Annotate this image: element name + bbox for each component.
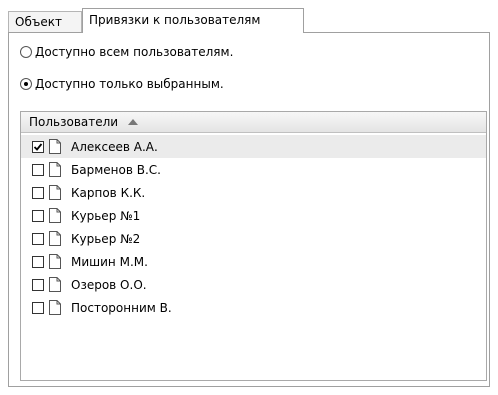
radio-available-to-selected[interactable]: Доступно только выбранным. xyxy=(20,75,224,93)
document-icon xyxy=(49,254,61,269)
users-list[interactable]: Пользователи Алексеев А.А. Барменов В.С. К… xyxy=(20,111,487,381)
users-column-header-label: Пользователи xyxy=(29,115,119,129)
tab-user-bindings[interactable]: Привязки к пользователям xyxy=(82,8,304,33)
radio-available-to-all-label: Доступно всем пользователям. xyxy=(35,45,234,59)
document-icon xyxy=(49,185,61,200)
document-icon xyxy=(49,277,61,292)
document-icon xyxy=(49,300,61,315)
checkbox[interactable] xyxy=(32,209,44,222)
users-column-header[interactable]: Пользователи xyxy=(21,112,486,133)
user-name: Курьер №2 xyxy=(71,231,141,246)
checkbox[interactable] xyxy=(32,278,44,291)
radio-available-to-all[interactable]: Доступно всем пользователям. xyxy=(20,43,233,61)
radio-dot-icon xyxy=(24,82,28,86)
user-name: Барменов В.С. xyxy=(71,162,161,177)
user-name: Мишин М.М. xyxy=(71,254,148,269)
document-icon xyxy=(49,139,61,154)
tab-object-label: Объект xyxy=(15,15,62,29)
list-item[interactable]: Алексеев А.А. xyxy=(21,135,486,158)
document-icon xyxy=(49,208,61,223)
user-name: Карпов К.К. xyxy=(71,185,146,200)
sort-ascending-icon xyxy=(128,119,139,125)
checkbox[interactable] xyxy=(32,301,44,314)
list-item[interactable]: Курьер №2 xyxy=(21,227,486,250)
radio-button-icon[interactable] xyxy=(20,78,32,90)
document-icon xyxy=(49,231,61,246)
list-item[interactable]: Барменов В.С. xyxy=(21,158,486,181)
users-rows: Алексеев А.А. Барменов В.С. Карпов К.К. Кур… xyxy=(21,135,486,319)
tab-panel: Доступно всем пользователям. Доступно то… xyxy=(8,32,490,387)
checkbox[interactable] xyxy=(32,186,44,199)
checkmark-icon xyxy=(33,142,43,151)
radio-button-icon[interactable] xyxy=(20,46,32,58)
checkbox[interactable] xyxy=(32,232,44,245)
radio-available-to-selected-label: Доступно только выбранным. xyxy=(35,77,224,91)
tab-user-bindings-label: Привязки к пользователям xyxy=(89,13,261,27)
document-icon xyxy=(49,162,61,177)
checkbox-checked[interactable] xyxy=(32,140,44,153)
list-item[interactable]: Озеров О.О. xyxy=(21,273,486,296)
list-item[interactable]: Посторонним В. xyxy=(21,296,486,319)
user-name: Озеров О.О. xyxy=(71,277,147,292)
checkbox[interactable] xyxy=(32,255,44,268)
user-name: Курьер №1 xyxy=(71,208,141,223)
list-item[interactable]: Курьер №1 xyxy=(21,204,486,227)
user-name: Алексеев А.А. xyxy=(71,139,158,154)
list-item[interactable]: Карпов К.К. xyxy=(21,181,486,204)
list-item[interactable]: Мишин М.М. xyxy=(21,250,486,273)
window: Объект Привязки к пользователям Доступно… xyxy=(0,0,498,395)
tab-object[interactable]: Объект xyxy=(8,11,82,33)
checkbox[interactable] xyxy=(32,163,44,176)
user-name: Посторонним В. xyxy=(71,300,172,315)
